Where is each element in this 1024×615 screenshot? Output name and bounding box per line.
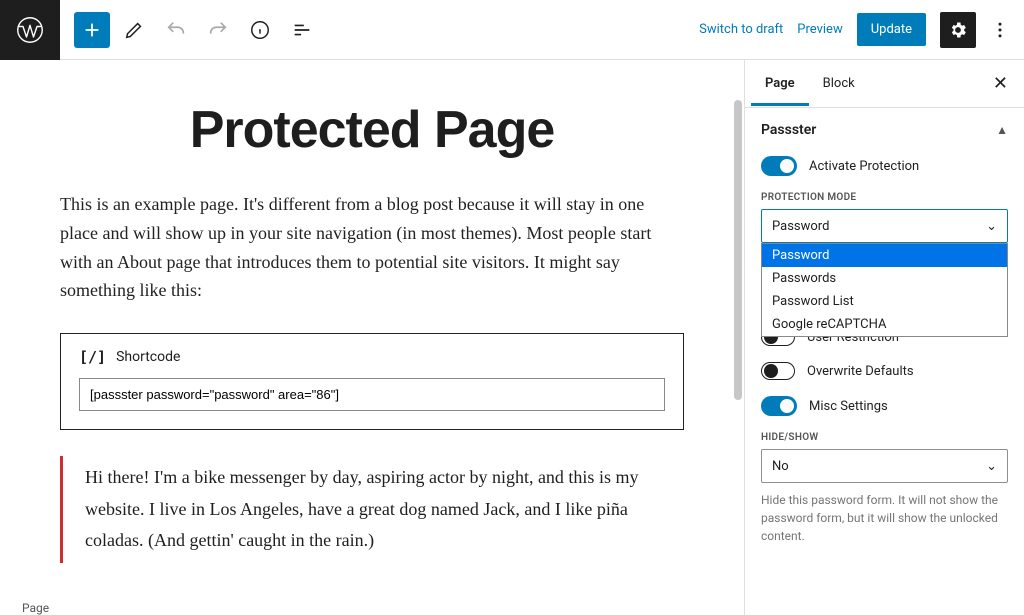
breadcrumb[interactable]: Page [22,601,49,615]
shortcode-block[interactable]: [/] Shortcode [60,333,684,430]
shortcode-header: [/] Shortcode [79,348,665,366]
wordpress-logo[interactable] [0,0,60,60]
mode-option-passwords[interactable]: Passwords [762,267,1007,290]
shortcode-input[interactable] [79,378,665,411]
workspace: Protected Page This is an example page. … [0,60,1024,615]
chevron-down-icon: ⌄ [986,219,997,234]
overwrite-defaults-label: Overwrite Defaults [807,364,914,379]
hideshow-label: HIDE/SHOW [745,424,1024,449]
panel-tabs: Page Block ✕ [745,60,1024,108]
info-button[interactable] [242,12,278,48]
activate-label: Activate Protection [809,159,919,174]
intro-paragraph[interactable]: This is an example page. It's different … [60,190,684,305]
activate-protection-row: Activate Protection [745,148,1024,184]
protection-mode-label: PROTECTION MODE [745,184,1024,209]
protection-mode-selected: Password [772,219,829,234]
misc-settings-row: Misc Settings [745,388,1024,424]
toolbar-right: Switch to draft Preview Update [699,12,1024,48]
close-panel-button[interactable]: ✕ [983,73,1018,94]
settings-gear-button[interactable] [940,12,976,48]
tab-page[interactable]: Page [751,62,809,106]
settings-panel: Page Block ✕ Passster ▲ Activate Protect… [744,60,1024,615]
overwrite-defaults-row: Overwrite Defaults [745,354,1024,388]
hideshow-select-wrap: No ⌄ [761,449,1008,483]
tab-block[interactable]: Block [809,62,869,105]
edit-mode-button[interactable] [116,12,152,48]
hideshow-help-text: Hide this password form. It will not sho… [745,483,1024,561]
preview-button[interactable]: Preview [797,22,842,37]
hideshow-select[interactable]: No ⌄ [761,449,1008,483]
protection-mode-select-wrap: Password ⌄ Password Passwords Password L… [761,209,1008,243]
passster-section-header[interactable]: Passster ▲ [745,108,1024,148]
update-button[interactable]: Update [857,13,926,46]
protection-mode-select[interactable]: Password ⌄ [761,209,1008,243]
more-options-button[interactable] [990,12,1010,48]
mode-option-password-list[interactable]: Password List [762,290,1007,313]
quote-block[interactable]: Hi there! I'm a bike messenger by day, a… [60,456,684,563]
misc-settings-label: Misc Settings [809,399,888,414]
protection-mode-dropdown: Password Passwords Password List Google … [761,243,1008,337]
shortcode-icon: [/] [79,348,106,366]
activate-protection-toggle[interactable] [761,156,797,176]
hideshow-value: No [772,459,789,474]
page-title[interactable]: Protected Page [60,100,684,160]
section-title: Passster [761,122,816,138]
overwrite-defaults-toggle[interactable] [761,362,795,380]
mode-option-password[interactable]: Password [762,244,1007,267]
add-block-button[interactable] [74,12,110,48]
shortcode-label: Shortcode [116,349,180,365]
scrollbar[interactable] [734,100,742,400]
editor-canvas[interactable]: Protected Page This is an example page. … [0,60,744,615]
mode-option-recaptcha[interactable]: Google reCAPTCHA [762,313,1007,336]
switch-to-draft-button[interactable]: Switch to draft [699,22,783,37]
misc-settings-toggle[interactable] [761,396,797,416]
editor-top-bar: Switch to draft Preview Update [0,0,1024,60]
redo-button[interactable] [200,12,236,48]
toolbar-left [60,12,320,48]
outline-button[interactable] [284,12,320,48]
undo-button[interactable] [158,12,194,48]
chevron-down-icon: ⌄ [986,459,997,474]
collapse-icon: ▲ [996,123,1008,137]
